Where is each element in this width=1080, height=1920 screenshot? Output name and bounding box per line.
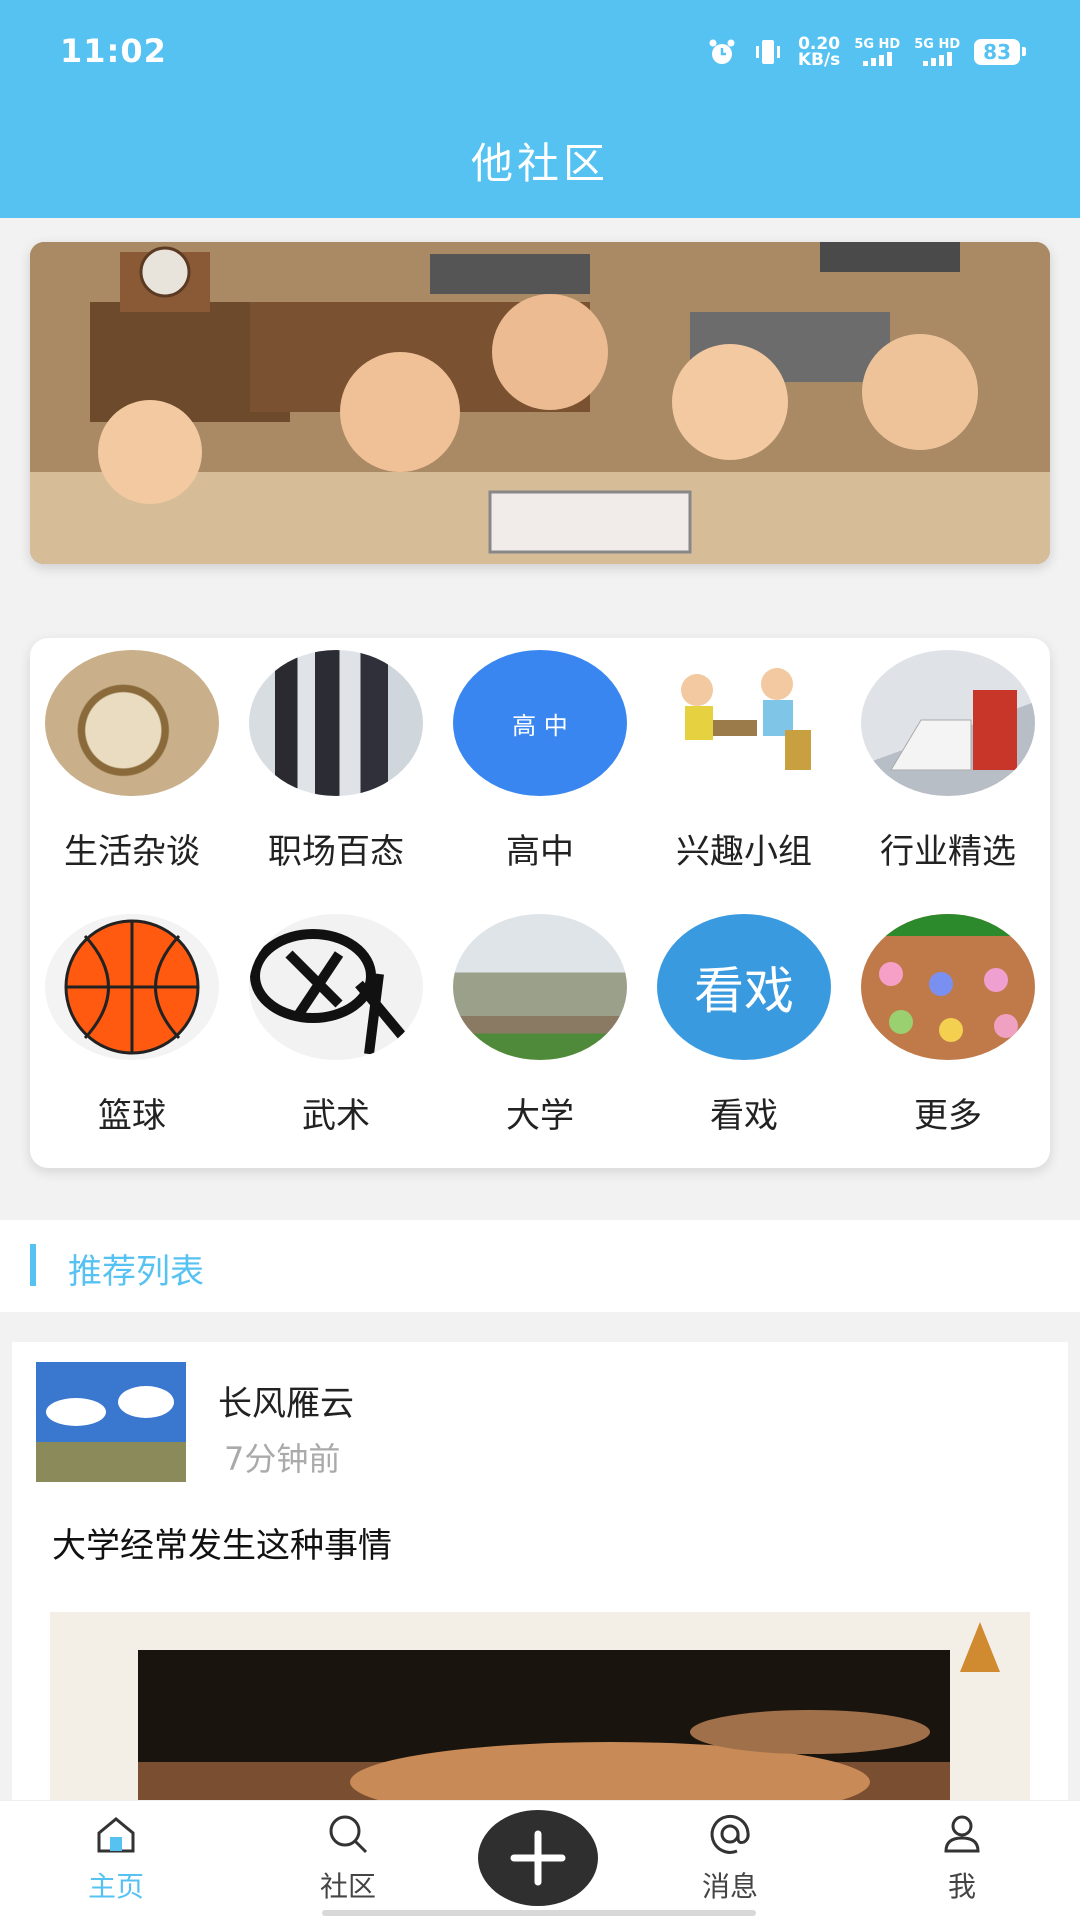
post-timestamp: 7分钟前 bbox=[224, 1440, 341, 1478]
basketball-image bbox=[45, 914, 219, 1060]
watch-show-badge: 看戏 bbox=[657, 914, 831, 1060]
status-time: 11:02 bbox=[60, 32, 167, 70]
category-label: 生活杂谈 bbox=[64, 832, 200, 872]
category-label: 职场百态 bbox=[268, 832, 404, 872]
category-martial-arts[interactable]: 武术 bbox=[234, 914, 438, 1137]
high-school-badge: 高 中 bbox=[453, 650, 627, 796]
category-university[interactable]: 大学 bbox=[438, 914, 642, 1137]
signal-sim1: 5G HD bbox=[854, 38, 900, 66]
status-icons: 0.20 KB/s 5G HD 5G HD 83 bbox=[706, 36, 1026, 70]
pocket-watch-image bbox=[45, 650, 219, 796]
signal-sim1-label: 5G HD bbox=[854, 37, 901, 52]
category-more[interactable]: 更多 bbox=[846, 914, 1050, 1137]
office-people-image bbox=[249, 650, 423, 796]
app-header: 11:02 0.20 KB/s 5G HD 5G HD 83 他社区 bbox=[0, 0, 1080, 218]
at-icon bbox=[710, 1814, 750, 1854]
nav-profile[interactable]: 我 bbox=[902, 1811, 1022, 1905]
category-watch-show[interactable]: 看戏 看戏 bbox=[642, 914, 846, 1137]
recommend-title: 推荐列表 bbox=[68, 1252, 204, 1292]
category-label: 行业精选 bbox=[880, 832, 1016, 872]
category-high-school[interactable]: 高 中 高中 bbox=[438, 650, 642, 873]
university-gate-image bbox=[453, 914, 627, 1060]
nav-messages[interactable]: 消息 bbox=[670, 1811, 790, 1905]
category-label: 武术 bbox=[302, 1096, 370, 1136]
network-speed: 0.20 KB/s bbox=[797, 36, 841, 70]
signal-bars-icon bbox=[862, 52, 892, 66]
category-label: 篮球 bbox=[98, 1096, 166, 1136]
category-label: 兴趣小组 bbox=[676, 832, 812, 872]
category-label: 高中 bbox=[506, 832, 574, 872]
post-author[interactable]: 长风雁云 bbox=[218, 1376, 354, 1425]
category-label: 大学 bbox=[506, 1096, 574, 1136]
category-grid: 生活杂谈 职场百态 高 中 高中 兴趣小组 行业精选 篮球 武术 大学 看戏 看… bbox=[30, 638, 1050, 1168]
nav-home[interactable]: 主页 bbox=[56, 1811, 176, 1905]
post-text[interactable]: 大学经常发生这种事情 bbox=[52, 1518, 392, 1567]
nav-label: 社区 bbox=[319, 1870, 376, 1903]
alarm-icon bbox=[709, 39, 735, 64]
network-speed-unit: KB/s bbox=[797, 50, 841, 70]
snails-image bbox=[861, 914, 1035, 1060]
stairs-tax-image bbox=[861, 650, 1035, 796]
calligraphy-image bbox=[249, 914, 423, 1060]
signal-bars-icon bbox=[922, 52, 952, 66]
category-label: 更多 bbox=[914, 1096, 982, 1136]
watch-show-badge-text: 看戏 bbox=[694, 962, 794, 1020]
signal-sim2-label: 5G HD bbox=[914, 37, 961, 52]
create-post-button[interactable] bbox=[478, 1810, 598, 1906]
category-life-chat[interactable]: 生活杂谈 bbox=[30, 650, 234, 873]
nav-label: 主页 bbox=[87, 1870, 144, 1903]
nav-label: 消息 bbox=[701, 1870, 758, 1903]
avatar[interactable] bbox=[36, 1362, 186, 1482]
category-workplace[interactable]: 职场百态 bbox=[234, 650, 438, 873]
home-icon bbox=[97, 1817, 135, 1853]
category-label: 看戏 bbox=[710, 1096, 778, 1136]
plus-icon bbox=[510, 1830, 566, 1886]
banner-image[interactable] bbox=[30, 242, 1050, 564]
chess-kids-image bbox=[657, 650, 831, 796]
nav-community[interactable]: 社区 bbox=[288, 1811, 408, 1905]
section-accent-bar bbox=[30, 1244, 36, 1286]
category-industry-picks[interactable]: 行业精选 bbox=[846, 650, 1050, 873]
high-school-badge-text: 高 中 bbox=[512, 711, 568, 740]
page-title: 他社区 bbox=[470, 139, 609, 188]
search-icon bbox=[329, 1815, 368, 1854]
person-icon bbox=[944, 1815, 980, 1853]
category-interest-group[interactable]: 兴趣小组 bbox=[642, 650, 846, 873]
category-basketball[interactable]: 篮球 bbox=[30, 914, 234, 1137]
battery-indicator: 83 bbox=[974, 39, 1026, 65]
vibrate-icon bbox=[755, 40, 780, 64]
home-indicator[interactable] bbox=[322, 1910, 756, 1916]
signal-sim2: 5G HD bbox=[914, 38, 960, 66]
banner-illustration bbox=[30, 242, 1050, 564]
recommend-section-header: 推荐列表 bbox=[0, 1220, 1080, 1312]
nav-label: 我 bbox=[947, 1870, 976, 1903]
